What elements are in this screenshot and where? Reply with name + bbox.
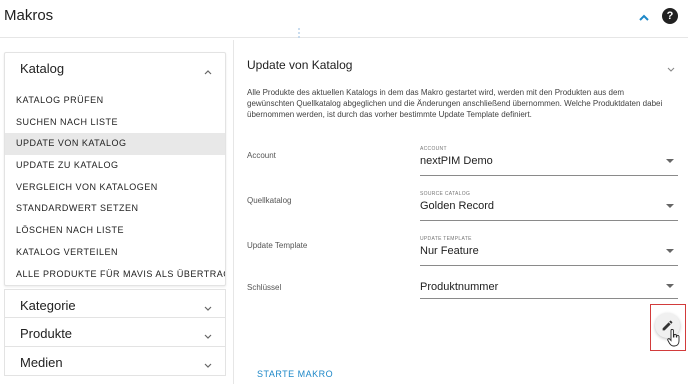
accordion-label: Katalog (20, 61, 65, 76)
accordion-label: Kategorie (20, 298, 76, 314)
dropdown-arrow-icon (666, 249, 674, 253)
accordion-katalog: Katalog Katalog prüfen Suchen nach Liste… (4, 52, 226, 287)
drag-handle-icon (297, 26, 301, 38)
menu-item-standardwert-setzen[interactable]: Standardwert setzen (5, 198, 225, 220)
chevron-up-icon[interactable] (634, 8, 654, 28)
key-value: Produktnummer (420, 281, 499, 293)
chevron-down-icon (203, 328, 213, 340)
accordion-label: Medien (20, 355, 63, 371)
source-catalog-floating-label: Source Catalog (420, 191, 471, 197)
katalog-macro-list: Katalog prüfen Suchen nach Liste Update … (5, 90, 225, 285)
menu-item-update-zu-katalog[interactable]: Update zu Katalog (5, 155, 225, 177)
chevron-down-icon[interactable] (666, 62, 676, 72)
menu-item-suchen-nach-liste[interactable]: Suchen nach Liste (5, 112, 225, 134)
macro-description: Alle Produkte des aktuellen Katalogs in … (247, 88, 663, 119)
account-select[interactable]: Account nextPIM Demo (420, 146, 678, 176)
accordion-label: Produkte (20, 326, 73, 342)
dropdown-arrow-icon (666, 284, 674, 288)
page-title: Makros (4, 7, 54, 24)
menu-item-update-von-katalog[interactable]: Update von Katalog (5, 133, 225, 156)
account-value: nextPIM Demo (420, 155, 493, 167)
chevron-down-icon (203, 357, 213, 369)
update-template-label: Update Template (247, 241, 308, 250)
page-header: Makros ? (0, 0, 688, 38)
menu-item-vergleich-von-katalogen[interactable]: Vergleich von Katalogen (5, 177, 225, 199)
account-floating-label: Account (420, 146, 447, 152)
update-template-value: Nur Feature (420, 245, 479, 257)
dropdown-arrow-icon (666, 204, 674, 208)
accordion-produkte[interactable]: Produkte (4, 318, 226, 348)
hand-cursor-icon (667, 328, 681, 347)
macro-detail-panel: Update von Katalog Alle Produkte des akt… (234, 40, 688, 384)
schluessel-label: Schlüssel (247, 283, 282, 292)
menu-item-katalog-pruefen[interactable]: Katalog prüfen (5, 90, 225, 112)
accordion-katalog-header[interactable]: Katalog (5, 53, 225, 83)
accordion-medien[interactable]: Medien (4, 347, 226, 377)
start-macro-button[interactable]: STARTE MAKRO (257, 369, 333, 379)
update-template-select[interactable]: Update Template Nur Feature (420, 236, 678, 266)
menu-item-alle-produkte-mavis[interactable]: Alle Produkte für Mavis als übertragen..… (5, 264, 225, 286)
dropdown-arrow-icon (666, 159, 674, 163)
source-catalog-value: Golden Record (420, 200, 494, 212)
macro-sidebar: Katalog Katalog prüfen Suchen nach Liste… (4, 52, 226, 377)
chevron-up-icon (203, 64, 213, 75)
source-catalog-select[interactable]: Source Catalog Golden Record (420, 191, 678, 221)
chevron-down-icon (203, 300, 213, 312)
key-select[interactable]: Produktnummer (420, 274, 678, 299)
help-circle-icon[interactable]: ? (662, 8, 678, 24)
update-template-floating-label: Update Template (420, 236, 472, 242)
accordion-kategorie[interactable]: Kategorie (4, 289, 226, 319)
macro-title: Update von Katalog (247, 58, 353, 72)
menu-item-loeschen-nach-liste[interactable]: Löschen nach Liste (5, 220, 225, 242)
menu-item-katalog-verteilen[interactable]: Katalog verteilen (5, 242, 225, 264)
quellkatalog-label: Quellkatalog (247, 196, 292, 205)
account-label: Account (247, 151, 276, 160)
